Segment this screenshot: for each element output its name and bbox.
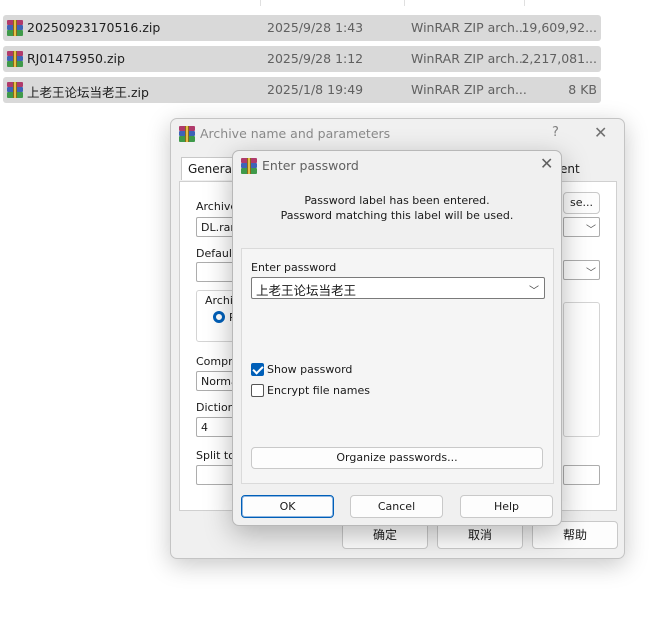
chevron-down-icon: ﹀: [586, 225, 596, 236]
dialog-titlebar[interactable]: Archive name and parameters ? ✕: [171, 119, 624, 149]
column-separator: [524, 0, 525, 6]
encrypt-file-names-label[interactable]: Encrypt file names: [267, 384, 370, 397]
chevron-down-icon: ﹀: [586, 268, 596, 279]
default-profile-label: Default: [196, 247, 237, 260]
update-mode-select[interactable]: ﹀: [563, 217, 600, 237]
encrypt-file-names-checkbox[interactable]: [251, 384, 264, 397]
ok-button[interactable]: OK: [241, 495, 334, 518]
file-type: WinRAR ZIP arch...: [411, 51, 527, 66]
file-name: 20250923170516.zip: [27, 20, 161, 35]
password-panel: Enter password 上老王论坛当老王 ﹀ Show password …: [241, 248, 554, 484]
help-icon[interactable]: ?: [552, 125, 559, 140]
column-separator: [260, 0, 261, 6]
close-icon[interactable]: ✕: [594, 123, 607, 142]
file-type: WinRAR ZIP arch...: [411, 20, 527, 35]
show-password-label[interactable]: Show password: [267, 363, 352, 376]
set-password-area[interactable]: [563, 465, 600, 485]
format-radio-rar[interactable]: [213, 311, 225, 323]
file-row[interactable]: 20250923170516.zip 2025/9/28 1:43 WinRAR…: [3, 15, 601, 41]
help-button[interactable]: Help: [460, 495, 553, 518]
browse-button[interactable]: se...: [563, 192, 600, 214]
password-label: Enter password: [251, 261, 337, 274]
column-separator: [404, 0, 405, 6]
column-header-strip: [0, 0, 669, 6]
dialog-title: Archive name and parameters: [200, 126, 391, 141]
dialog-title: Enter password: [262, 158, 359, 173]
info-message-line1: Password label has been entered.: [304, 194, 490, 207]
winrar-app-icon: [241, 158, 257, 174]
archive-name-label: Archive: [196, 200, 238, 213]
winrar-app-icon: [179, 126, 195, 142]
file-row[interactable]: RJ01475950.zip 2025/9/28 1:12 WinRAR ZIP…: [3, 46, 601, 72]
file-modified: 2025/1/8 19:49: [267, 82, 364, 97]
info-message-line2: Password matching this label will be use…: [280, 209, 514, 222]
file-size: 2,217,081...: [521, 51, 597, 66]
file-name: 上老王论坛当老王.zip: [27, 85, 149, 100]
password-input[interactable]: 上老王论坛当老王: [256, 280, 356, 299]
tab-comment[interactable]: ent: [560, 162, 580, 176]
update-select[interactable]: ﹀: [563, 260, 600, 280]
file-row[interactable]: 上老王论坛当老王.zip 2025/1/8 19:49 WinRAR ZIP a…: [3, 77, 601, 103]
file-name: RJ01475950.zip: [27, 51, 125, 66]
archiving-options-group: [563, 302, 600, 437]
file-modified: 2025/9/28 1:43: [267, 20, 364, 35]
split-volumes-label: Split to: [196, 449, 235, 462]
winrar-archive-icon: [7, 20, 23, 36]
show-password-checkbox[interactable]: [251, 363, 264, 376]
organize-passwords-button[interactable]: Organize passwords...: [251, 447, 543, 469]
file-size: 19,609,92...: [521, 20, 597, 35]
chevron-down-icon[interactable]: ﹀: [529, 282, 539, 297]
file-size: 8 KB: [568, 82, 597, 97]
file-modified: 2025/9/28 1:12: [267, 51, 364, 66]
cancel-button[interactable]: Cancel: [350, 495, 443, 518]
winrar-archive-icon: [7, 51, 23, 67]
close-icon[interactable]: ✕: [540, 154, 553, 173]
password-combobox[interactable]: 上老王论坛当老王 ﹀: [251, 277, 545, 299]
file-type: WinRAR ZIP arch...: [411, 82, 527, 97]
enter-password-dialog: Enter password ✕ Password label has been…: [232, 150, 562, 526]
winrar-archive-icon: [7, 82, 23, 98]
